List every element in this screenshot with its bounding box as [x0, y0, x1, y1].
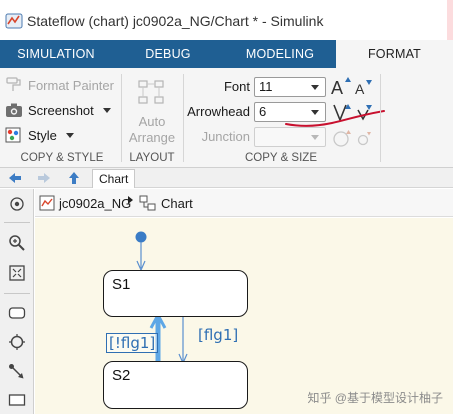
forward-arrow-icon [38, 173, 50, 183]
style-button[interactable]: Style [5, 127, 74, 143]
box-icon [8, 394, 26, 406]
chevron-down-icon [311, 135, 319, 140]
tab-debug[interactable]: DEBUG [112, 40, 224, 68]
font-size-label: Font [223, 79, 250, 94]
up-button[interactable] [66, 170, 82, 186]
font-size-dropdown[interactable]: 11 [254, 77, 326, 97]
group-divider [121, 74, 122, 162]
breadcrumb-separator [128, 195, 133, 204]
tab-simulation[interactable]: SIMULATION [0, 40, 112, 68]
junction-size-label: Junction [201, 129, 250, 144]
watermark-text: 知乎 @基于模型设计柚子 [307, 391, 443, 405]
junction-icon [9, 334, 25, 350]
default-transition-tool-button[interactable] [6, 361, 28, 383]
arrowhead-size-label: Arrowhead [187, 104, 250, 119]
up-arrow-icon [69, 172, 79, 184]
default-transition-icon [9, 364, 24, 379]
back-arrow-icon [9, 173, 21, 183]
breadcrumb-model-label: jc0902a_NG [59, 195, 132, 211]
svg-text:A: A [355, 81, 365, 97]
state-s1-label[interactable]: S1 [112, 276, 130, 293]
increase-font-icon[interactable]: A [330, 75, 352, 97]
state-tool-button[interactable] [6, 302, 28, 324]
zoom-button[interactable] [6, 232, 28, 254]
tab-modeling[interactable]: MODELING [224, 40, 336, 68]
group-divider [183, 74, 184, 162]
junction-tool-button[interactable] [6, 331, 28, 353]
format-painter-button[interactable]: Format Painter [5, 77, 114, 93]
state-s2-label[interactable]: S2 [112, 367, 130, 384]
copy-style-group-label: COPY & STYLE [20, 152, 104, 164]
default-transition-dot[interactable] [135, 231, 147, 243]
svg-text:A: A [331, 78, 343, 97]
breadcrumb-chart-label: Chart [161, 195, 193, 211]
stateflow-canvas[interactable]: S1 S2 [!flg1] [flg1] 知乎 @基于模型设计柚子 [35, 218, 453, 414]
font-size-value: 11 [259, 79, 273, 94]
fit-to-view-button[interactable] [6, 262, 28, 284]
layout-group-label: LAYOUT [129, 152, 175, 164]
chevron-down-icon [311, 85, 319, 90]
group-divider [380, 74, 381, 162]
window-title: Stateflow (chart) jc0902a_NG/Chart * - S… [27, 13, 324, 29]
hide-show-explorer-button[interactable] [6, 193, 28, 215]
chevron-right-icon [128, 196, 133, 204]
format-painter-label: Format Painter [28, 77, 114, 93]
chevron-down-icon [65, 132, 74, 138]
style-palette-icon [5, 127, 21, 143]
breadcrumb-model[interactable]: jc0902a_NG [39, 195, 131, 211]
box-tool-button[interactable] [6, 389, 28, 411]
breadcrumb-chart[interactable]: Chart [139, 195, 193, 211]
state-s2[interactable]: S2 [103, 361, 248, 409]
palette-divider [4, 222, 30, 223]
auto-arrange-button[interactable]: Auto Arrange [124, 114, 180, 146]
window-close-edge[interactable] [447, 0, 453, 40]
explorer-toggle-icon [10, 197, 24, 211]
tool-palette [0, 189, 34, 414]
simulink-app-icon [5, 13, 23, 29]
copy-size-group-label: COPY & SIZE [244, 152, 317, 164]
model-icon [39, 195, 55, 211]
auto-arrange-label-line1: Auto [138, 114, 166, 129]
palette-divider [4, 293, 30, 294]
ribbon-panel: Format Painter Screenshot Style COPY & S… [0, 68, 453, 168]
transition-label-not-flg1[interactable]: [!flg1] [106, 333, 159, 353]
forward-button[interactable] [36, 170, 52, 186]
increase-junction-icon[interactable] [332, 128, 352, 148]
zoom-icon [9, 235, 25, 251]
navigation-bar: Chart [0, 168, 453, 188]
state-s1[interactable]: S1 [103, 270, 248, 317]
back-button[interactable] [7, 170, 23, 186]
paintbrush-icon [6, 77, 21, 91]
arrowhead-size-value: 6 [259, 104, 267, 119]
screenshot-label: Screenshot [28, 102, 94, 118]
chevron-down-icon [102, 107, 111, 113]
state-icon [8, 307, 26, 319]
window-titlebar: Stateflow (chart) jc0902a_NG/Chart * - S… [0, 0, 453, 40]
tab-format[interactable]: FORMAT [336, 40, 453, 68]
chart-icon [139, 195, 156, 211]
decrease-junction-icon[interactable] [356, 131, 372, 147]
annotation-stroke [285, 110, 385, 127]
decrease-font-icon[interactable]: A [354, 78, 374, 98]
style-label: Style [28, 127, 57, 143]
screenshot-button[interactable]: Screenshot [5, 102, 111, 118]
junction-size-dropdown[interactable] [254, 127, 326, 147]
camera-icon [6, 103, 22, 117]
chart-tab[interactable]: Chart [92, 169, 136, 188]
breadcrumb: jc0902a_NG Chart [35, 189, 453, 217]
ribbon-tabbar: SIMULATION DEBUG MODELING FORMAT [0, 40, 453, 68]
fit-view-icon [9, 265, 25, 281]
auto-arrange-icon[interactable] [137, 79, 167, 107]
transition-label-flg1[interactable]: [flg1] [198, 326, 238, 344]
auto-arrange-label-line2: Arrange [128, 130, 176, 145]
